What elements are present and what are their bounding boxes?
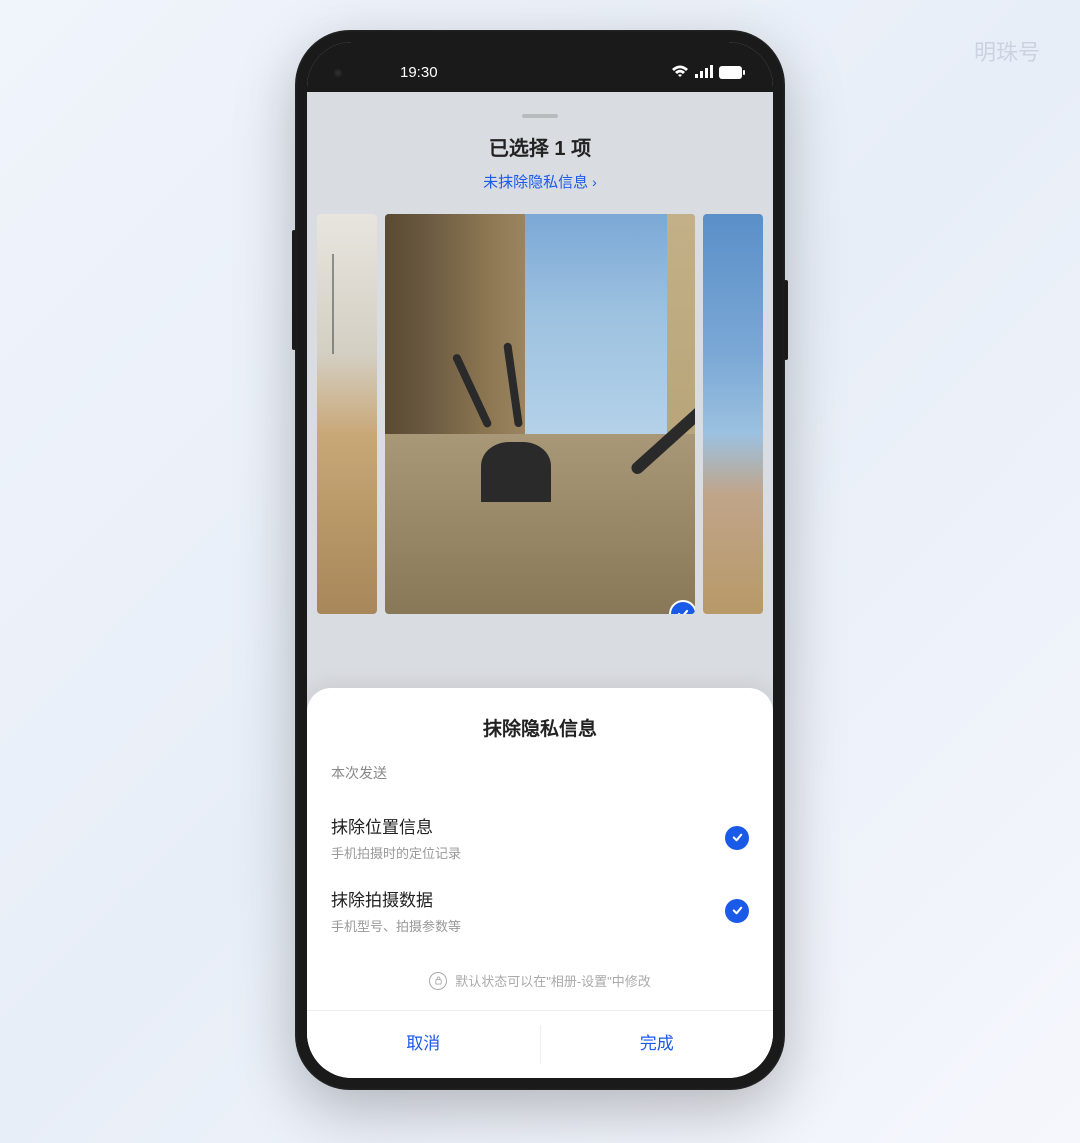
gallery-photo-selected[interactable] <box>385 214 695 614</box>
bottom-button-row: 取消 完成 <box>307 1010 773 1078</box>
signal-icon <box>695 65 713 79</box>
watermark-text: 明珠号 <box>974 35 1040 67</box>
option-erase-location[interactable]: 抹除位置信息 手机拍摄时的定位记录 <box>331 801 749 874</box>
checkbox-checked-icon[interactable] <box>725 826 749 850</box>
photo-gallery[interactable] <box>307 206 773 626</box>
cancel-button[interactable]: 取消 <box>307 1011 540 1078</box>
privacy-bottom-sheet: 抹除隐私信息 本次发送 抹除位置信息 手机拍摄时的定位记录 抹除拍摄数据 手机型… <box>307 688 773 1078</box>
phone-frame: 19:30 已选择 1 项 未抹除隐私信息 › <box>295 30 785 1090</box>
drag-handle[interactable] <box>522 114 558 118</box>
option-desc: 手机型号、拍摄参数等 <box>331 916 725 935</box>
footer-hint: 默认状态可以在"相册-设置"中修改 <box>331 947 749 1010</box>
sheet-subtitle: 本次发送 <box>331 763 749 783</box>
privacy-status-link[interactable]: 未抹除隐私信息 › <box>483 171 597 192</box>
power-button <box>784 280 788 360</box>
privacy-status-text: 未抹除隐私信息 <box>483 171 588 192</box>
wifi-icon <box>671 65 689 79</box>
checkbox-checked-icon[interactable] <box>725 899 749 923</box>
sheet-title: 抹除隐私信息 <box>331 714 749 741</box>
phone-screen: 19:30 已选择 1 项 未抹除隐私信息 › <box>307 42 773 1078</box>
volume-button <box>292 230 296 350</box>
option-desc: 手机拍摄时的定位记录 <box>331 843 725 862</box>
option-title: 抹除位置信息 <box>331 813 725 838</box>
option-erase-metadata[interactable]: 抹除拍摄数据 手机型号、拍摄参数等 <box>331 874 749 947</box>
chevron-right-icon: › <box>592 174 597 190</box>
status-time: 19:30 <box>400 64 438 81</box>
confirm-button[interactable]: 完成 <box>541 1011 774 1078</box>
gallery-photo-next[interactable] <box>703 214 763 614</box>
camera-cutout <box>329 64 379 82</box>
option-title: 抹除拍摄数据 <box>331 886 725 911</box>
footer-hint-text: 默认状态可以在"相册-设置"中修改 <box>455 971 651 990</box>
page-title: 已选择 1 项 <box>307 132 773 161</box>
lock-icon <box>429 972 447 990</box>
battery-icon <box>719 66 745 79</box>
gallery-photo-prev[interactable] <box>317 214 377 614</box>
selection-header: 已选择 1 项 未抹除隐私信息 › <box>307 92 773 206</box>
